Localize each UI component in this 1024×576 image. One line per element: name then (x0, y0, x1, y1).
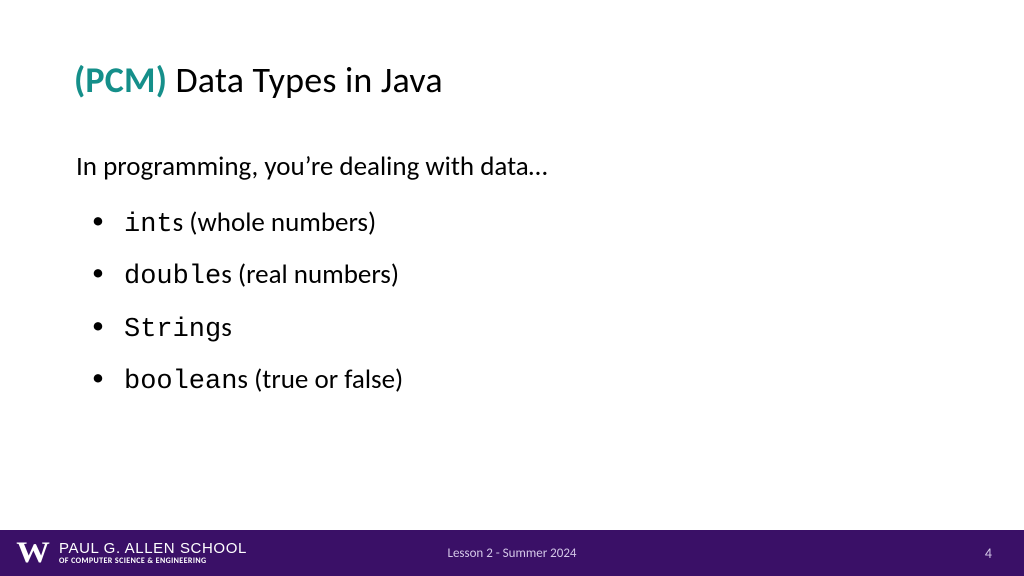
item-desc: (whole numbers) (183, 206, 376, 239)
slide: (PCM) Data Types in Java In programming,… (0, 0, 1024, 576)
slide-content: (PCM) Data Types in Java In programming,… (0, 0, 1024, 530)
list-item: Strings (84, 310, 950, 348)
code-token: boolean (124, 367, 237, 397)
lesson-label: Lesson 2 - Summer 2024 (447, 546, 576, 561)
code-suffix: s (221, 311, 232, 344)
code-suffix: s (237, 363, 248, 396)
list-item: doubles (real numbers) (84, 257, 950, 295)
title-text: Data Types in Java (167, 58, 443, 102)
uw-logo-icon: W (16, 538, 48, 568)
code-suffix: s (221, 258, 232, 291)
code-suffix: s (173, 206, 184, 239)
slide-title: (PCM) Data Types in Java (74, 58, 950, 102)
school-name: PAUL G. ALLEN SCHOOL (59, 541, 247, 556)
footer-bar: W PAUL G. ALLEN SCHOOL OF COMPUTER SCIEN… (0, 530, 1024, 576)
list-item: booleans (true or false) (84, 362, 950, 400)
logo-block: W PAUL G. ALLEN SCHOOL OF COMPUTER SCIEN… (18, 538, 247, 568)
title-prefix: (PCM) (74, 58, 167, 102)
bullet-list: ints (whole numbers) doubles (real numbe… (84, 205, 950, 401)
item-desc: (true or false) (248, 363, 403, 396)
code-token: int (124, 210, 173, 240)
intro-text: In programming, you’re dealing with data… (76, 150, 950, 183)
school-name-block: PAUL G. ALLEN SCHOOL OF COMPUTER SCIENCE… (59, 541, 247, 565)
school-subname: OF COMPUTER SCIENCE & ENGINEERING (59, 557, 247, 565)
item-desc: (real numbers) (232, 258, 399, 291)
code-token: double (124, 262, 221, 292)
list-item: ints (whole numbers) (84, 205, 950, 243)
page-number: 4 (985, 545, 992, 562)
code-token: String (124, 315, 221, 345)
